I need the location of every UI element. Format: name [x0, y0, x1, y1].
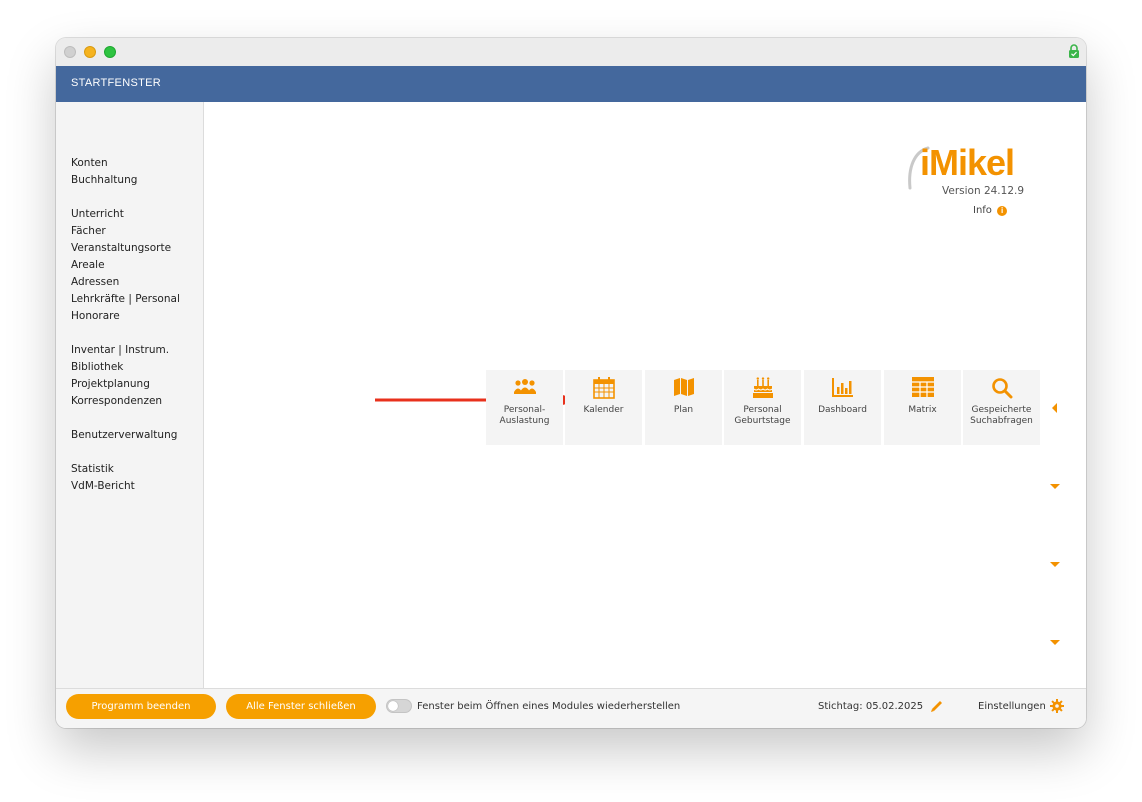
sidebar-item-adressen[interactable]: Adressen — [71, 276, 119, 288]
module-label: Personal- Auslastung — [499, 405, 550, 426]
module-label: Matrix — [908, 405, 937, 415]
sidebar-item-bibliothek[interactable]: Bibliothek — [71, 361, 123, 373]
module-label: Kalender — [583, 405, 624, 415]
table-grid-icon — [911, 377, 934, 397]
calendar-icon — [592, 377, 615, 399]
module-personal-geburtstage[interactable]: Personal Geburtstage — [724, 370, 801, 445]
lock-icon — [1069, 44, 1079, 58]
sidebar-item-honorare[interactable]: Honorare — [71, 310, 120, 322]
search-icon — [991, 378, 1012, 399]
birthday-cake-icon — [752, 377, 773, 398]
info-label: Info — [973, 205, 992, 216]
info-link[interactable]: Info i — [973, 205, 1008, 216]
sidebar-item-korrespondenzen[interactable]: Korrespondenzen — [71, 395, 162, 407]
sidebar-item-inventar[interactable]: Inventar | Instrum. — [71, 344, 169, 356]
main-content: iMikel Version 24.12.9 Info i Personal- … — [204, 102, 1086, 688]
sidebar-item-veranstaltungsorte[interactable]: Veranstaltungsorte — [71, 242, 171, 254]
close-window-button[interactable] — [64, 46, 76, 58]
sidebar-item-konten[interactable]: Konten — [71, 157, 108, 169]
app-window: STARTFENSTER Konten Buchhaltung Unterric… — [56, 38, 1086, 728]
caret-down-icon[interactable] — [1049, 636, 1061, 648]
sidebar-item-benutzerverwaltung[interactable]: Benutzerverwaltung — [71, 429, 177, 441]
sidebar-item-buchhaltung[interactable]: Buchhaltung — [71, 174, 137, 186]
caret-left-icon[interactable] — [1049, 402, 1061, 414]
map-icon — [673, 378, 694, 396]
module-dashboard[interactable]: Dashboard — [804, 370, 881, 445]
restore-windows-toggle[interactable] — [386, 699, 412, 713]
module-matrix[interactable]: Matrix — [884, 370, 961, 445]
module-plan[interactable]: Plan — [645, 370, 722, 445]
sidebar-item-projektplanung[interactable]: Projektplanung — [71, 378, 150, 390]
window-header: STARTFENSTER — [56, 66, 1086, 102]
logo-wordmark: iMikel — [920, 142, 1015, 183]
quit-program-button[interactable]: Programm beenden — [66, 694, 216, 719]
restore-windows-label: Fenster beim Öffnen eines Modules wieder… — [417, 701, 681, 712]
zoom-window-button[interactable] — [104, 46, 116, 58]
reference-date-label: Stichtag: 05.02.2025 — [818, 701, 924, 712]
module-gespeicherte-suchabfragen[interactable]: Gespeicherte Suchabfragen — [963, 370, 1040, 445]
module-kalender[interactable]: Kalender — [565, 370, 642, 445]
gear-icon[interactable] — [1050, 699, 1064, 713]
pencil-icon[interactable] — [930, 699, 944, 713]
caret-down-icon[interactable] — [1049, 558, 1061, 570]
module-label: Plan — [673, 405, 694, 415]
sidebar-item-faecher[interactable]: Fächer — [71, 225, 106, 237]
module-label: Gespeicherte Suchabfragen — [970, 405, 1033, 426]
caret-down-icon[interactable] — [1049, 480, 1061, 492]
sidebar-item-vdm-bericht[interactable]: VdM-Bericht — [71, 480, 135, 492]
sidebar-nav: Konten Buchhaltung Unterricht Fächer Ver… — [56, 102, 204, 688]
version-label: Version 24.12.9 — [942, 185, 1025, 197]
footer-bar: Programm beenden Alle Fenster schließen … — [56, 688, 1086, 728]
close-all-windows-button[interactable]: Alle Fenster schließen — [226, 694, 376, 719]
imikel-logo: iMikel — [906, 138, 1028, 190]
minimize-window-button[interactable] — [84, 46, 96, 58]
sidebar-item-unterricht[interactable]: Unterricht — [71, 208, 124, 220]
info-icon: i — [997, 206, 1008, 216]
sidebar-item-statistik[interactable]: Statistik — [71, 463, 114, 475]
module-personal-auslastung[interactable]: Personal- Auslastung — [486, 370, 563, 445]
toggle-knob — [388, 701, 398, 711]
title-bar — [56, 38, 1086, 66]
sidebar-item-lehrkraefte-personal[interactable]: Lehrkräfte | Personal — [71, 293, 180, 305]
people-group-icon — [513, 379, 536, 394]
settings-link[interactable]: Einstellungen — [978, 701, 1046, 712]
module-label: Personal Geburtstage — [734, 405, 791, 426]
window-title: STARTFENSTER — [71, 77, 161, 89]
bar-chart-icon — [831, 378, 853, 397]
module-label: Dashboard — [818, 405, 867, 415]
sidebar-item-areale[interactable]: Areale — [71, 259, 105, 271]
